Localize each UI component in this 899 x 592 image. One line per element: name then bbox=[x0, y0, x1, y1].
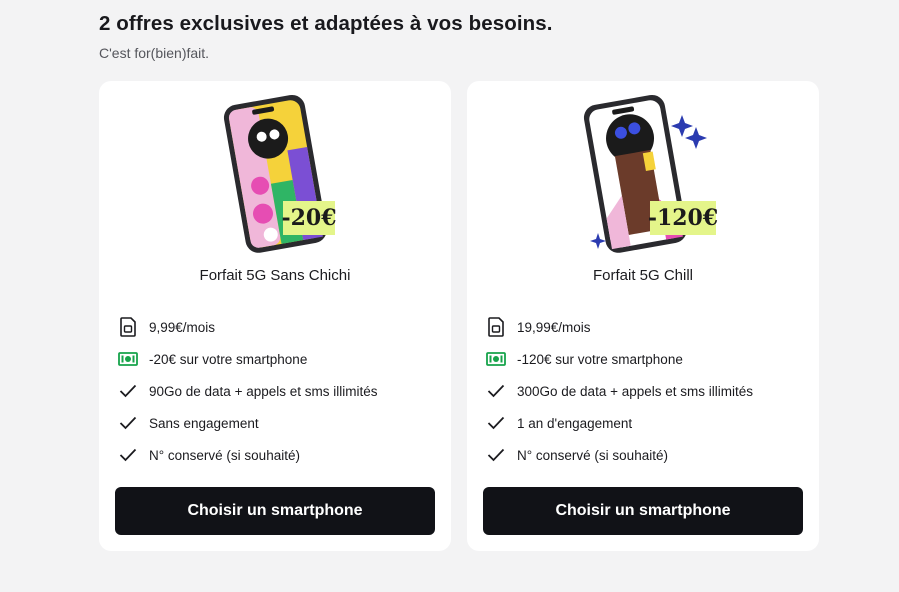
check-icon bbox=[485, 412, 507, 434]
choose-smartphone-button[interactable]: Choisir un smartphone bbox=[483, 487, 803, 535]
page-title: 2 offres exclusives et adaptées à vos be… bbox=[99, 12, 553, 35]
feature-text: -20€ sur votre smartphone bbox=[149, 351, 308, 367]
feature-commitment: 1 an d'engagement bbox=[485, 407, 753, 439]
feature-text: -120€ sur votre smartphone bbox=[517, 351, 683, 367]
feature-number-kept: N° conservé (si souhaité) bbox=[117, 439, 378, 471]
feature-text: 9,99€/mois bbox=[149, 319, 216, 335]
phone-image bbox=[583, 94, 707, 253]
feature-text: 300Go de data + appels et sms illimités bbox=[517, 383, 753, 399]
phone-illustration: -20€ bbox=[99, 93, 451, 263]
check-icon bbox=[117, 412, 139, 434]
feature-smartphone-discount: -20€ sur votre smartphone bbox=[117, 343, 378, 375]
discount-badge: -120€ bbox=[647, 201, 719, 235]
page-subtitle: C'est for(bien)fait. bbox=[99, 45, 210, 61]
feature-smartphone-discount: -120€ sur votre smartphone bbox=[485, 343, 753, 375]
discount-badge: -20€ bbox=[281, 201, 337, 235]
discount-badge-text: -20€ bbox=[281, 205, 337, 231]
feature-text: 90Go de data + appels et sms illimités bbox=[149, 383, 378, 399]
feature-data: 300Go de data + appels et sms illimités bbox=[485, 375, 753, 407]
feature-price: 9,99€/mois bbox=[117, 311, 378, 343]
phone-illustration: -120€ bbox=[467, 93, 819, 263]
check-icon bbox=[117, 380, 139, 402]
phone-image bbox=[223, 94, 327, 253]
sim-card-icon bbox=[117, 316, 139, 338]
feature-number-kept: N° conservé (si souhaité) bbox=[485, 439, 753, 471]
plan-name: Forfait 5G Chill bbox=[592, 267, 694, 284]
offer-card-sans-chichi: -20€ Forfait 5G Sans Chichi 9,99€/mois -… bbox=[99, 81, 451, 551]
feature-commitment: Sans engagement bbox=[117, 407, 378, 439]
check-icon bbox=[485, 444, 507, 466]
banknote-icon bbox=[485, 348, 507, 370]
feature-text: Sans engagement bbox=[149, 415, 259, 431]
feature-list: 9,99€/mois -20€ sur votre smartphone 90G… bbox=[117, 311, 378, 471]
banknote-icon bbox=[117, 348, 139, 370]
feature-data: 90Go de data + appels et sms illimités bbox=[117, 375, 378, 407]
sim-card-icon bbox=[485, 316, 507, 338]
choose-smartphone-button[interactable]: Choisir un smartphone bbox=[115, 487, 435, 535]
feature-list: 19,99€/mois -120€ sur votre smartphone 3… bbox=[485, 311, 753, 471]
feature-text: N° conservé (si souhaité) bbox=[149, 447, 300, 463]
plan-name: Forfait 5G Sans Chichi bbox=[199, 267, 351, 284]
feature-text: N° conservé (si souhaité) bbox=[517, 447, 668, 463]
feature-price: 19,99€/mois bbox=[485, 311, 753, 343]
feature-text: 19,99€/mois bbox=[517, 319, 591, 335]
check-icon bbox=[485, 380, 507, 402]
check-icon bbox=[117, 444, 139, 466]
offer-card-chill: -120€ Forfait 5G Chill 19,99€/mois -120€… bbox=[467, 81, 819, 551]
feature-text: 1 an d'engagement bbox=[517, 415, 633, 431]
discount-badge-text: -120€ bbox=[647, 205, 719, 231]
